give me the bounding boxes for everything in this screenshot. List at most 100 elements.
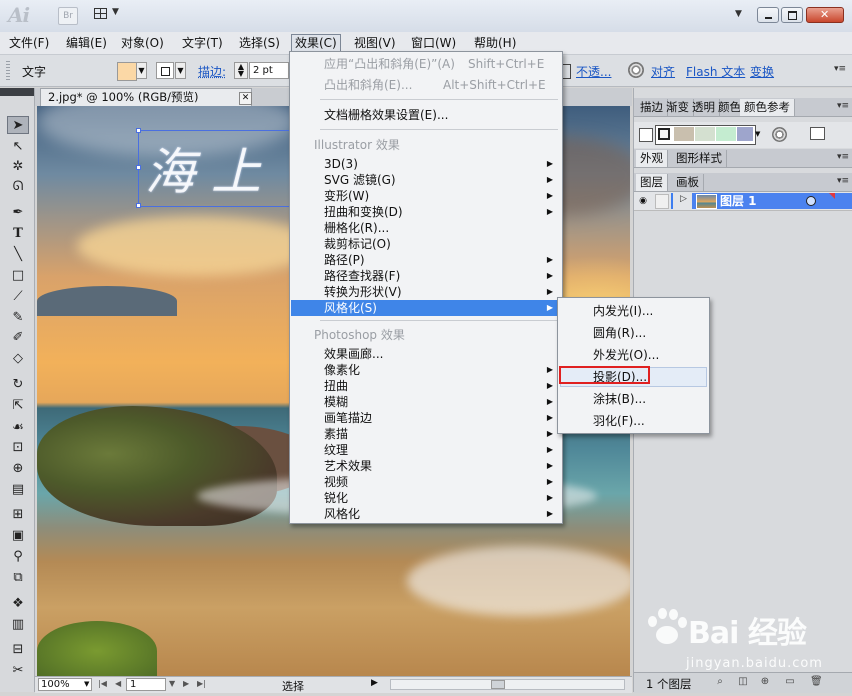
maximize-button[interactable] [781, 7, 803, 23]
align-link[interactable]: 对齐 [651, 63, 675, 80]
menu-item-crop-marks[interactable]: 裁剪标记(O) [291, 236, 561, 252]
symbol-tool-icon[interactable]: ❖ [7, 595, 29, 613]
eye-icon[interactable]: ◉ [637, 195, 649, 207]
bridge-button[interactable]: Br [58, 7, 78, 25]
stroke-color-swatch[interactable] [156, 62, 174, 79]
menu-item-rasterize[interactable]: 栅格化(R)... [291, 220, 561, 236]
base-color-swatch[interactable] [639, 128, 653, 142]
menu-item-convert-to-shape[interactable]: 转换为形状(V) ▶ [291, 284, 561, 300]
rotate-tool-icon[interactable]: ↻ [7, 376, 29, 394]
pencil-tool-icon[interactable]: ✎ [7, 309, 29, 327]
menu-window[interactable]: 窗口(W) [408, 34, 459, 52]
expand-triangle-icon[interactable]: ▷ [680, 194, 687, 204]
first-artboard-icon[interactable]: |◀ [98, 679, 107, 688]
warp-tool-icon[interactable]: ☙ [7, 419, 29, 437]
resize-handle[interactable] [136, 128, 141, 133]
pen-tool-icon[interactable]: ✒ [7, 204, 29, 222]
symbol-sprayer-tool-icon[interactable]: ▤ [7, 481, 29, 499]
workspace-dropdown-icon[interactable]: ▼ [735, 9, 742, 19]
tab-layers[interactable]: 图层 [636, 174, 668, 191]
layer-name[interactable]: 图层 1 [720, 193, 757, 209]
shape-builder-tool-icon[interactable]: ⊕ [7, 460, 29, 478]
panel-menu-icon[interactable]: ▾≡ [837, 176, 849, 186]
transform-link[interactable]: 变换 [750, 63, 774, 80]
tab-color-guide[interactable]: 颜色参考 [740, 99, 795, 116]
artboard-dropdown-icon[interactable]: ▼ [169, 679, 175, 688]
toolbox-header[interactable] [0, 88, 34, 96]
blend-tool-icon[interactable]: ⧉ [7, 569, 29, 587]
target-circle-icon[interactable] [806, 196, 816, 206]
previous-artboard-icon[interactable]: ◀ [115, 679, 121, 688]
menu-item-sharpen[interactable]: 锐化 ▶ [291, 490, 561, 506]
layer-row[interactable]: ◉ ▷ 图层 1 [634, 192, 852, 211]
menu-item-feather[interactable]: 羽化(F)... [560, 411, 707, 431]
menu-item-warp[interactable]: 变形(W) ▶ [291, 188, 561, 204]
menu-item-texture[interactable]: 纹理 ▶ [291, 442, 561, 458]
close-button[interactable] [806, 7, 844, 23]
harmony-swatch[interactable] [737, 127, 753, 141]
eyedropper-tool-icon[interactable]: ⚲ [7, 548, 29, 566]
recolor-artwork-icon[interactable] [628, 62, 644, 78]
menu-item-inner-glow[interactable]: 内发光(I)... [560, 301, 707, 321]
lasso-tool-icon[interactable]: ᘏ [7, 178, 29, 196]
resize-handle[interactable] [136, 165, 141, 170]
free-transform-tool-icon[interactable]: ⊡ [7, 439, 29, 457]
document-tab[interactable]: 2.jpg* @ 100% (RGB/预览) ✕ [40, 88, 252, 106]
menu-object[interactable]: 对象(O) [118, 34, 167, 52]
harmony-swatch[interactable] [695, 127, 715, 141]
menu-item-blur[interactable]: 模糊 ▶ [291, 394, 561, 410]
recolor-artwork-icon[interactable] [772, 127, 787, 142]
menu-item-distort[interactable]: 扭曲 ▶ [291, 378, 561, 394]
fill-dropdown[interactable]: ▼ [136, 62, 147, 79]
stroke-weight-stepper[interactable]: ▲ ▼ [234, 62, 248, 79]
menu-view[interactable]: 视图(V) [351, 34, 399, 52]
menu-item-svg-filters[interactable]: SVG 滤镜(G) ▶ [291, 172, 561, 188]
rectangle-tool-icon[interactable]: □ [7, 267, 29, 285]
menu-item-artistic[interactable]: 艺术效果 ▶ [291, 458, 561, 474]
magic-wand-tool-icon[interactable]: ✲ [7, 158, 29, 176]
menu-item-round-corners[interactable]: 圆角(R)... [560, 323, 707, 343]
next-artboard-icon[interactable]: ▶ [183, 679, 189, 688]
stroke-dropdown[interactable]: ▼ [175, 62, 186, 79]
menu-edit[interactable]: 编辑(E) [63, 34, 110, 52]
selection-bounding-box[interactable] [136, 128, 312, 208]
lock-toggle[interactable] [655, 194, 669, 209]
stroke-label[interactable]: 描边: [198, 63, 226, 80]
menu-item-outer-glow[interactable]: 外发光(O)... [560, 345, 707, 365]
selection-tool-icon[interactable]: ➤ [7, 116, 29, 134]
last-artboard-icon[interactable]: ▶| [197, 679, 206, 688]
flash-text-link[interactable]: Flash 文本 [686, 63, 745, 80]
opacity-link[interactable]: 不透... [576, 63, 611, 80]
menu-item-effect-gallery[interactable]: 效果画廊... [291, 346, 561, 362]
scrollbar-thumb[interactable] [491, 680, 505, 689]
harmony-color-strip[interactable] [655, 125, 756, 145]
horizontal-scrollbar[interactable] [390, 679, 625, 690]
fill-color-swatch[interactable] [117, 62, 137, 81]
tab-artboards[interactable]: 画板 [672, 174, 704, 191]
type-tool-icon[interactable]: T [7, 225, 29, 243]
document-raster-settings-item[interactable]: 文档栅格效果设置(E)... [291, 107, 561, 123]
menu-effect[interactable]: 效果(C) [291, 34, 341, 52]
menu-item-stylize[interactable]: 风格化(S) ▶ [291, 300, 561, 316]
arrange-documents-button[interactable]: ▼ [94, 7, 122, 23]
paintbrush-tool-icon[interactable]: ⟋ [7, 288, 29, 306]
harmony-swatch[interactable] [716, 127, 736, 141]
menu-type[interactable]: 文字(T) [179, 34, 226, 52]
slice-tool-icon[interactable]: ✂ [7, 662, 29, 680]
apply-last-effect-item[interactable]: 应用“凸出和斜角(E)”(A) Shift+Ctrl+E [291, 56, 561, 72]
harmony-swatch[interactable] [674, 127, 694, 141]
tab-graphic-styles[interactable]: 图形样式 [672, 150, 727, 167]
panel-menu-icon[interactable]: ▾≡ [837, 101, 849, 111]
column-graph-tool-icon[interactable]: ▥ [7, 616, 29, 634]
resize-handle[interactable] [136, 203, 141, 208]
status-menu-icon[interactable]: ▶ [371, 678, 378, 688]
menu-item-3d[interactable]: 3D(3) ▶ [291, 156, 561, 172]
menu-item-distort-transform[interactable]: 扭曲和变换(D) ▶ [291, 204, 561, 220]
panel-grip-icon[interactable] [6, 61, 10, 81]
gradient-tool-icon[interactable]: ▣ [7, 527, 29, 545]
menu-item-pathfinder[interactable]: 路径查找器(F) ▶ [291, 268, 561, 284]
panel-menu-icon[interactable]: ▾≡ [837, 152, 849, 162]
scale-tool-icon[interactable]: ⇱ [7, 397, 29, 415]
save-color-group-icon[interactable] [810, 127, 825, 140]
zoom-dropdown-icon[interactable]: ▼ [84, 678, 92, 691]
